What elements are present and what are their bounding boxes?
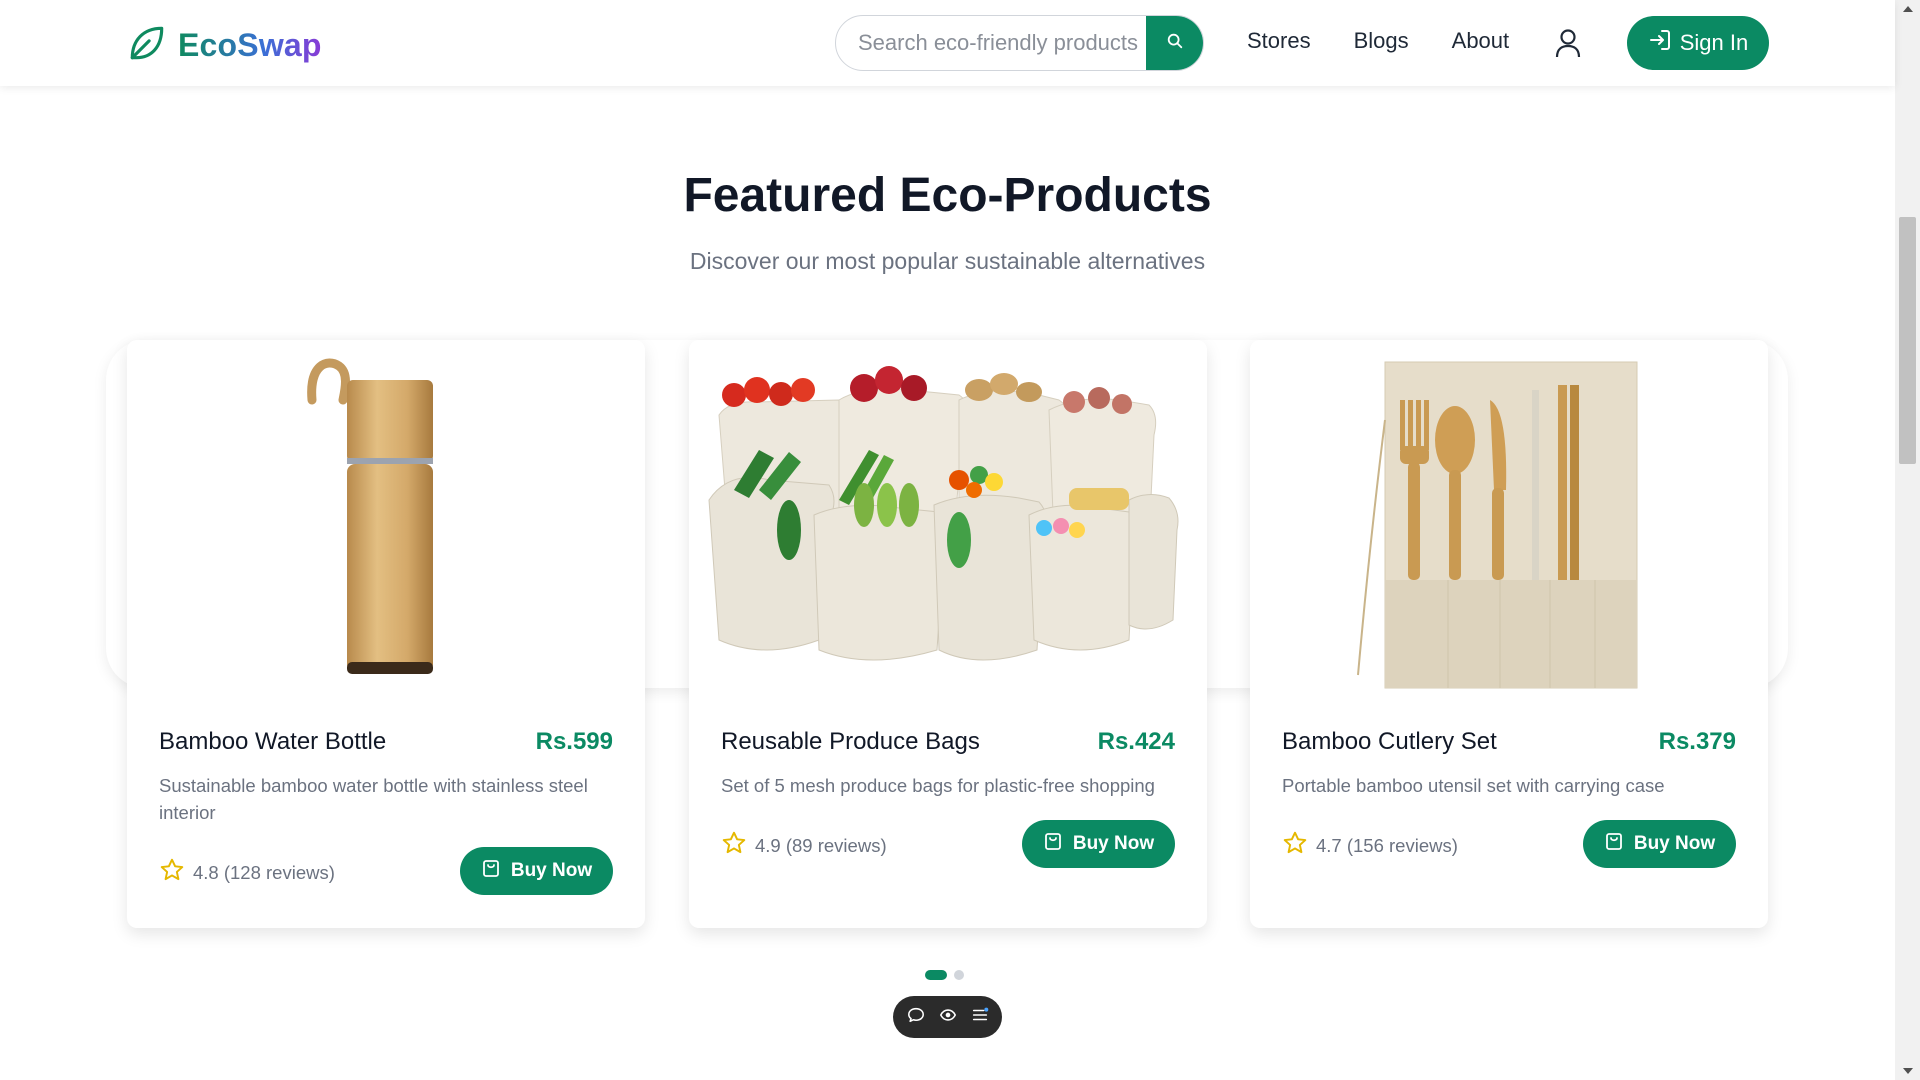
- buy-now-button[interactable]: Buy Now: [460, 847, 613, 895]
- product-description: Set of 5 mesh produce bags for plastic-f…: [721, 775, 1155, 796]
- search-input[interactable]: [836, 16, 1146, 70]
- section-title: Featured Eco-Products: [683, 169, 1212, 222]
- rating-text: 4.8 (128 reviews): [193, 861, 335, 883]
- product-rating: 4.8 (128 reviews): [159, 857, 335, 888]
- header: EcoSwap Stores Blogs About Sign In: [0, 0, 1895, 86]
- scroll-down-arrow[interactable]: [1903, 1068, 1913, 1074]
- product-name: Bamboo Water Bottle: [159, 728, 387, 755]
- sign-in-label: Sign In: [1679, 30, 1749, 55]
- scroll-up-arrow[interactable]: [1903, 6, 1913, 12]
- pagination-dot[interactable]: [954, 970, 964, 980]
- shopping-bag-icon: [481, 858, 501, 884]
- buy-now-label: Buy Now: [1072, 833, 1155, 854]
- product-description: Sustainable bamboo water bottle with sta…: [159, 775, 588, 823]
- leaf-icon: [126, 22, 168, 69]
- section-subtitle: Discover our most popular sustainable al…: [689, 248, 1206, 274]
- product-card: Bamboo Water Bottle Rs.599 Sustainable b…: [127, 340, 645, 928]
- logo[interactable]: EcoSwap: [126, 22, 322, 69]
- shopping-bag-icon: [1604, 831, 1624, 857]
- product-price: Rs.424: [1097, 728, 1175, 755]
- bamboo-bottle-icon: [307, 358, 433, 674]
- product-image: [1250, 340, 1768, 690]
- buy-now-label: Buy Now: [510, 860, 593, 881]
- search-button[interactable]: [1146, 16, 1203, 70]
- sign-in-button[interactable]: Sign In: [1627, 16, 1769, 70]
- product-card: Reusable Produce Bags Rs.424 Set of 5 me…: [689, 340, 1207, 928]
- buy-now-button[interactable]: Buy Now: [1583, 820, 1736, 868]
- nav-blogs[interactable]: Blogs: [1354, 28, 1409, 54]
- shopping-bag-icon: [1043, 831, 1063, 857]
- buy-now-button[interactable]: Buy Now: [1022, 820, 1175, 868]
- main-nav: Stores Blogs About: [1247, 28, 1509, 54]
- scrollbar[interactable]: [1895, 0, 1920, 1080]
- search-bar: [835, 15, 1204, 71]
- star-icon: [1282, 830, 1308, 861]
- cutlery-set-icon: [1357, 361, 1638, 689]
- product-price: Rs.599: [535, 728, 613, 755]
- rating-text: 4.7 (156 reviews): [1316, 834, 1458, 856]
- product-description: Portable bamboo utensil set with carryin…: [1282, 775, 1665, 796]
- floating-toolbar: [893, 996, 1002, 1038]
- buy-now-label: Buy Now: [1633, 833, 1716, 854]
- produce-bags-icon: [708, 366, 1179, 661]
- product-name: Bamboo Cutlery Set: [1282, 728, 1497, 755]
- product-rating: 4.9 (89 reviews): [721, 830, 887, 861]
- nav-about[interactable]: About: [1452, 28, 1510, 54]
- pagination-dot-active[interactable]: [925, 970, 947, 980]
- star-icon: [159, 857, 185, 888]
- product-price: Rs.379: [1658, 728, 1736, 755]
- user-icon[interactable]: [1554, 28, 1582, 58]
- product-image: [689, 340, 1207, 690]
- eye-icon[interactable]: [939, 1006, 957, 1029]
- chat-icon[interactable]: [907, 1006, 925, 1029]
- product-rating: 4.7 (156 reviews): [1282, 830, 1458, 861]
- rating-text: 4.9 (89 reviews): [755, 834, 887, 856]
- search-icon: [1166, 32, 1184, 55]
- product-card: Bamboo Cutlery Set Rs.379 Portable bambo…: [1250, 340, 1768, 928]
- product-image: [127, 340, 645, 690]
- star-icon: [721, 830, 747, 861]
- menu-icon[interactable]: [971, 1006, 989, 1029]
- signin-icon: [1648, 28, 1672, 58]
- carousel-pagination: [925, 970, 964, 980]
- nav-stores[interactable]: Stores: [1247, 28, 1311, 54]
- scroll-thumb[interactable]: [1899, 217, 1916, 464]
- product-name: Reusable Produce Bags: [721, 728, 980, 755]
- logo-text: EcoSwap: [178, 27, 322, 63]
